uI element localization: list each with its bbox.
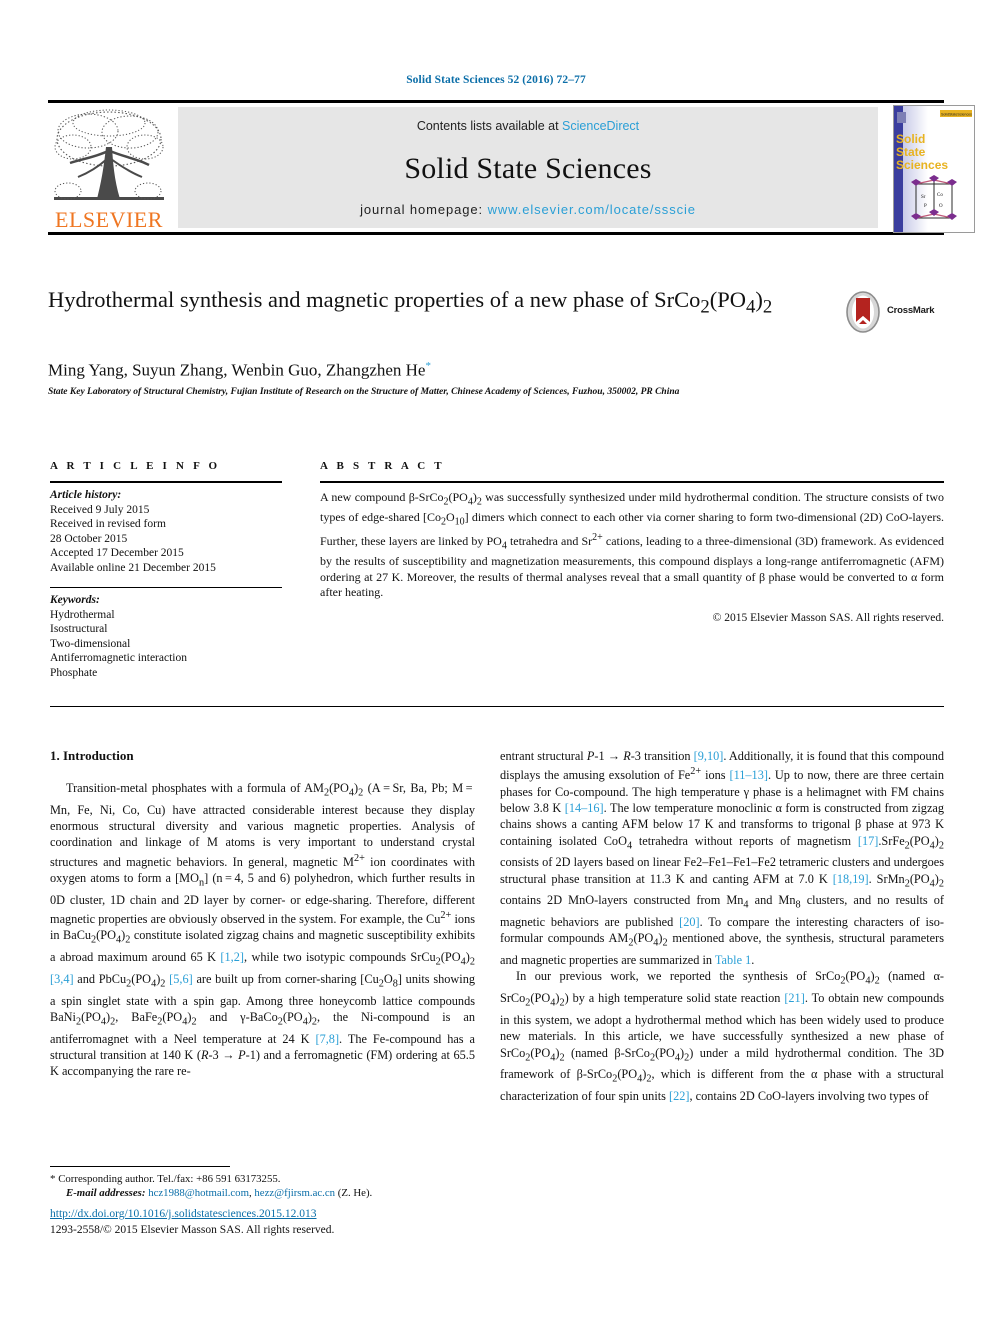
corresponding-author-note: Corresponding author. Tel./fax: +86 591 … (58, 1173, 281, 1185)
body-column-right: entrant structural P-1 → R-3 transition … (500, 748, 944, 1104)
corresponding-star-icon: * (50, 1173, 56, 1185)
keyword-item: Isostructural (50, 623, 108, 635)
abstract-block: A B S T R A C T A new compound β-SrCo2(P… (320, 460, 944, 624)
svg-text:O: O (939, 204, 943, 209)
contents-prefix: Contents lists available at (416, 119, 563, 133)
citation-link[interactable]: [22] (669, 1089, 690, 1103)
crossmark-badge[interactable]: CrossMark (843, 291, 943, 333)
email-line: E-mail addresses: hcz1988@hotmail.com, h… (66, 1187, 373, 1199)
doi-link[interactable]: http://dx.doi.org/10.1016/j.solidstatesc… (50, 1208, 480, 1220)
svg-text:Sciences: Sciences (896, 158, 948, 172)
citation-link[interactable]: [20] (679, 915, 700, 929)
svg-text:SolidStateSciences: SolidStateSciences (941, 113, 972, 117)
history-line: Received 9 July 2015 (50, 503, 150, 516)
article-history: Article history: Received 9 July 2015 Re… (50, 483, 282, 575)
crossmark-label: CrossMark (887, 305, 935, 316)
history-line: Received in revised form (50, 518, 166, 530)
citation-link[interactable]: [3,4] (50, 972, 74, 986)
citation-link[interactable]: [5,6] (169, 972, 193, 986)
homepage-prefix: journal homepage: (360, 202, 488, 217)
svg-text:Solid: Solid (896, 132, 925, 146)
page-title: Hydrothermal synthesis and magnetic prop… (48, 287, 773, 318)
email-label: E-mail addresses: (66, 1187, 146, 1199)
journal-homepage-line: journal homepage: www.elsevier.com/locat… (178, 202, 878, 217)
history-line: Available online 21 December 2015 (50, 561, 216, 574)
masthead-bottom-rule (48, 232, 944, 235)
intro-paragraph-1: Transition-metal phosphates with a formu… (50, 781, 476, 1079)
keywords-block: Keywords: Hydrothermal Isostructural Two… (50, 588, 282, 680)
footnote-rule (50, 1166, 230, 1167)
citation-link[interactable]: [1,2] (220, 950, 244, 964)
journal-homepage-link[interactable]: www.elsevier.com/locate/ssscie (488, 202, 696, 217)
intro-paragraph-2: entrant structural P-1 → R-3 transition … (500, 749, 945, 968)
email-link-1[interactable]: hcz1988@hotmail.com (148, 1187, 249, 1199)
citation-link[interactable]: [17] (858, 834, 879, 848)
svg-text:State: State (896, 145, 926, 159)
sciencedirect-link[interactable]: ScienceDirect (562, 119, 639, 133)
intro-paragraph-3: In our previous work, we reported the sy… (500, 969, 945, 1104)
article-history-label: Article history: (50, 489, 122, 501)
crossmark-icon (846, 291, 880, 333)
citation-link[interactable]: [11–13] (729, 768, 767, 782)
citation-link[interactable]: [21] (784, 991, 805, 1005)
section-heading-introduction: 1. Introduction (50, 748, 134, 763)
journal-citation-line: Solid State Sciences 52 (2016) 72–77 (406, 74, 586, 86)
author-names: Ming Yang, Suyun Zhang, Wenbin Guo, Zhan… (48, 360, 426, 380)
journal-cover-thumbnail: SolidStateSciences Solid State Sciences (893, 105, 975, 233)
footnote-block: * Corresponding author. Tel./fax: +86 59… (50, 1172, 480, 1200)
citation-link[interactable]: [14–16] (565, 801, 604, 815)
email-suffix: (Z. He). (337, 1187, 373, 1199)
elsevier-logo: ELSEVIER (48, 107, 170, 231)
elsevier-wordmark: ELSEVIER (55, 207, 163, 232)
journal-title: Solid State Sciences (404, 152, 652, 185)
svg-text:Co: Co (937, 193, 943, 198)
abstract-heading: A B S T R A C T (320, 460, 445, 472)
journal-band: Contents lists available at ScienceDirec… (178, 107, 878, 228)
keywords-label: Keywords: (50, 594, 100, 606)
elsevier-tree-icon (54, 109, 164, 200)
history-line: 28 October 2015 (50, 532, 128, 545)
citation-link[interactable]: [18,19] (833, 872, 869, 886)
article-info-heading: A R T I C L E I N F O (50, 460, 221, 472)
journal-masthead: ELSEVIER Contents lists available at Sci… (48, 103, 975, 233)
citation-link[interactable]: [9,10] (694, 749, 724, 763)
keyword-item: Phosphate (50, 666, 98, 679)
citation-link[interactable]: [7,8] (315, 1032, 339, 1046)
svg-text:Sr: Sr (921, 195, 926, 200)
svg-text:P: P (924, 204, 927, 209)
table-link[interactable]: Table 1 (715, 953, 751, 967)
keyword-item: Antiferromagnetic interaction (50, 652, 187, 664)
keyword-item: Hydrothermal (50, 608, 115, 621)
article-info-block: A R T I C L E I N F O Article history: R… (50, 460, 282, 680)
contents-available-line: Contents lists available at ScienceDirec… (178, 119, 878, 133)
body-column-left: 1. Introduction Transition-metal phospha… (50, 748, 475, 1080)
paper-page: Solid State Sciences 52 (2016) 72–77 ELS… (0, 0, 992, 1323)
abstract-text: A new compound β-SrCo2(PO4)2 was success… (320, 490, 945, 600)
history-line: Accepted 17 December 2015 (50, 547, 184, 559)
abstract-bottom-rule (50, 706, 944, 707)
author-list: Ming Yang, Suyun Zhang, Wenbin Guo, Zhan… (48, 360, 848, 381)
email-link-2[interactable]: hezz@fjirsm.ac.cn (254, 1187, 335, 1199)
affiliation: State Key Laboratory of Structural Chemi… (48, 387, 680, 397)
issn-copyright-line: 1293-2558/© 2015 Elsevier Masson SAS. Al… (50, 1224, 335, 1236)
corresponding-author-marker[interactable]: * (425, 360, 431, 372)
journal-cover-art-icon: SolidStateSciences Solid State Sciences (894, 106, 974, 232)
abstract-copyright: © 2015 Elsevier Masson SAS. All rights r… (712, 611, 944, 624)
keyword-item: Two-dimensional (50, 637, 131, 650)
